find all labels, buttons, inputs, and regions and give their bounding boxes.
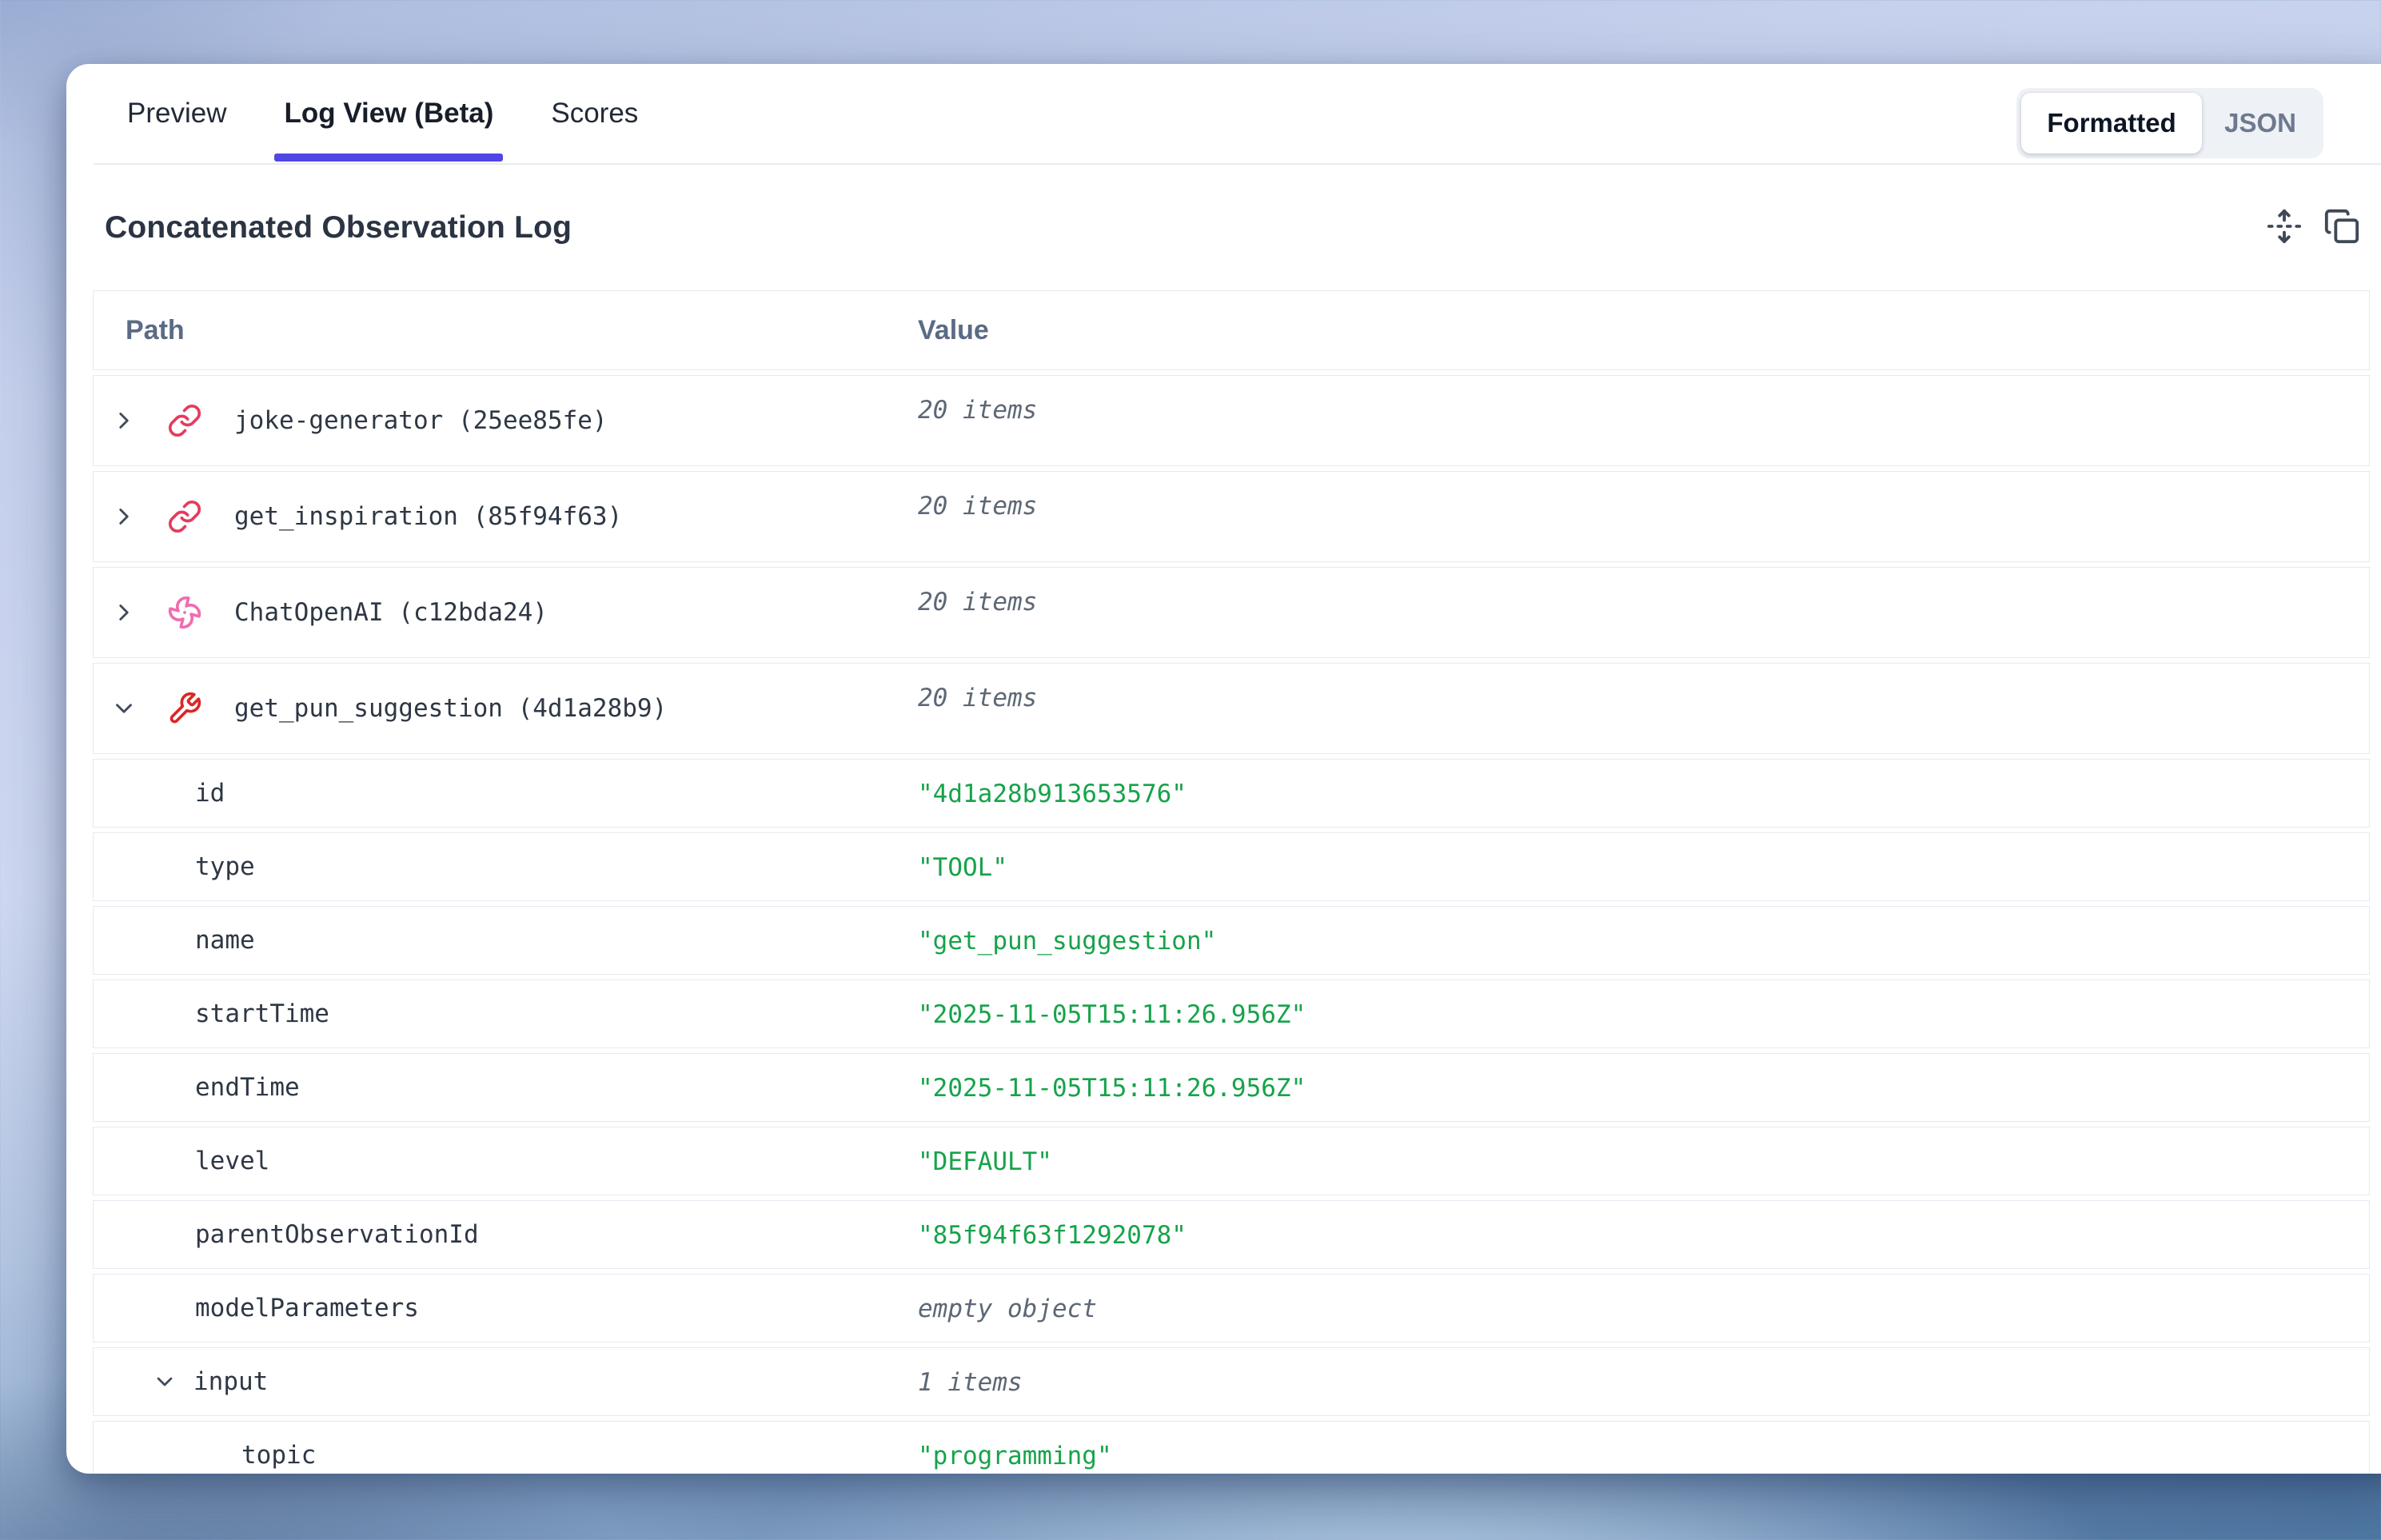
- row-value: 20 items: [918, 490, 1037, 522]
- table-header: Path Value: [93, 290, 2370, 370]
- row-key: type: [195, 852, 255, 881]
- row-value: 1 items: [918, 1366, 1023, 1398]
- row-key: endTime: [195, 1073, 300, 1102]
- row-key: get_pun_suggestion (4d1a28b9): [234, 694, 667, 723]
- row-key: ChatOpenAI (c12bda24): [234, 598, 548, 627]
- path-cell: type: [94, 833, 2369, 900]
- copy-button[interactable]: [2322, 208, 2362, 248]
- row-key: get_inspiration (85f94f63): [234, 502, 622, 531]
- table-row: topic "programming": [93, 1421, 2370, 1474]
- table-row[interactable]: joke-generator (25ee85fe) 20 items: [93, 375, 2370, 466]
- table-row: endTime "2025-11-05T15:11:26.956Z": [93, 1053, 2370, 1122]
- row-key: joke-generator (25ee85fe): [234, 406, 608, 435]
- column-header-path: Path: [94, 315, 185, 346]
- path-cell: level: [94, 1127, 2369, 1195]
- row-value: 20 items: [918, 682, 1037, 714]
- path-cell: get_pun_suggestion (4d1a28b9): [94, 664, 2369, 753]
- path-cell: get_inspiration (85f94f63): [94, 472, 2369, 561]
- page-title: Concatenated Observation Log: [105, 210, 572, 245]
- chevron-right-icon: [110, 407, 138, 434]
- row-value: "programming": [918, 1440, 1112, 1472]
- row-key: parentObservationId: [195, 1220, 479, 1249]
- toggle-option-formatted[interactable]: Formatted: [2021, 93, 2202, 154]
- chevron-right-icon: [110, 503, 138, 530]
- table-row: modelParameters empty object: [93, 1274, 2370, 1343]
- table-row: id "4d1a28b913653576": [93, 759, 2370, 828]
- log-view-panel: Preview Log View (Beta) Scores Formatted…: [66, 64, 2381, 1474]
- table-row: type "TOOL": [93, 832, 2370, 901]
- table-row[interactable]: get_pun_suggestion (4d1a28b9) 20 items: [93, 663, 2370, 754]
- row-key: startTime: [195, 999, 329, 1028]
- path-cell: name: [94, 907, 2369, 974]
- path-cell: input: [94, 1348, 2369, 1415]
- link-icon: [167, 499, 202, 534]
- format-toggle: Formatted JSON: [2016, 88, 2323, 158]
- row-value: "2025-11-05T15:11:26.956Z": [918, 1072, 1306, 1104]
- observation-log-table: Path Value joke-generator (25ee85fe) 20 i…: [93, 290, 2370, 1474]
- table-row[interactable]: input 1 items: [93, 1347, 2370, 1416]
- tab-scores[interactable]: Scores: [541, 64, 648, 163]
- tab-bar: Preview Log View (Beta) Scores Formatted…: [94, 64, 2381, 165]
- row-value: empty object: [918, 1293, 1097, 1325]
- table-row: level "DEFAULT": [93, 1127, 2370, 1195]
- table-row: startTime "2025-11-05T15:11:26.956Z": [93, 979, 2370, 1048]
- unfold-vertical-icon: [2266, 208, 2303, 247]
- row-value: 20 items: [918, 586, 1037, 618]
- row-key: level: [195, 1147, 269, 1175]
- chevron-right-icon: [110, 599, 138, 626]
- table-row: parentObservationId "85f94f63f1292078": [93, 1200, 2370, 1269]
- section-header: Concatenated Observation Log: [66, 165, 2381, 290]
- row-key: id: [195, 779, 225, 808]
- row-value: "TOOL": [918, 852, 1007, 884]
- header-actions: [2264, 208, 2362, 248]
- row-value: "2025-11-05T15:11:26.956Z": [918, 999, 1306, 1031]
- table-row[interactable]: ChatOpenAI (c12bda24) 20 items: [93, 567, 2370, 658]
- row-value: "get_pun_suggestion": [918, 925, 1216, 957]
- fan-icon: [167, 595, 202, 630]
- table-row[interactable]: get_inspiration (85f94f63) 20 items: [93, 471, 2370, 562]
- wrench-icon: [167, 691, 202, 726]
- row-key: input: [193, 1367, 268, 1396]
- path-cell: parentObservationId: [94, 1201, 2369, 1268]
- link-icon: [167, 403, 202, 438]
- path-cell: ChatOpenAI (c12bda24): [94, 568, 2369, 657]
- row-key: name: [195, 926, 255, 955]
- tab-log-view[interactable]: Log View (Beta): [274, 64, 503, 163]
- path-cell: topic: [94, 1422, 2369, 1474]
- chevron-down-icon: [110, 695, 138, 722]
- row-value: "4d1a28b913653576": [918, 778, 1187, 810]
- path-cell: id: [94, 760, 2369, 827]
- table-row: name "get_pun_suggestion": [93, 906, 2370, 975]
- row-value: "DEFAULT": [918, 1146, 1052, 1178]
- toggle-option-json[interactable]: JSON: [2202, 93, 2319, 154]
- row-key: modelParameters: [195, 1294, 419, 1323]
- row-value: 20 items: [918, 394, 1037, 426]
- row-key: topic: [241, 1441, 316, 1470]
- column-header-value: Value: [918, 315, 989, 346]
- chevron-down-icon: [152, 1369, 177, 1394]
- table-body: joke-generator (25ee85fe)20 itemsget_ins…: [93, 375, 2370, 1474]
- tab-preview[interactable]: Preview: [118, 64, 236, 163]
- path-cell: modelParameters: [94, 1275, 2369, 1342]
- row-value: "85f94f63f1292078": [918, 1219, 1187, 1251]
- copy-icon: [2323, 208, 2360, 247]
- path-cell: joke-generator (25ee85fe): [94, 376, 2369, 465]
- expand-rows-button[interactable]: [2264, 208, 2304, 248]
